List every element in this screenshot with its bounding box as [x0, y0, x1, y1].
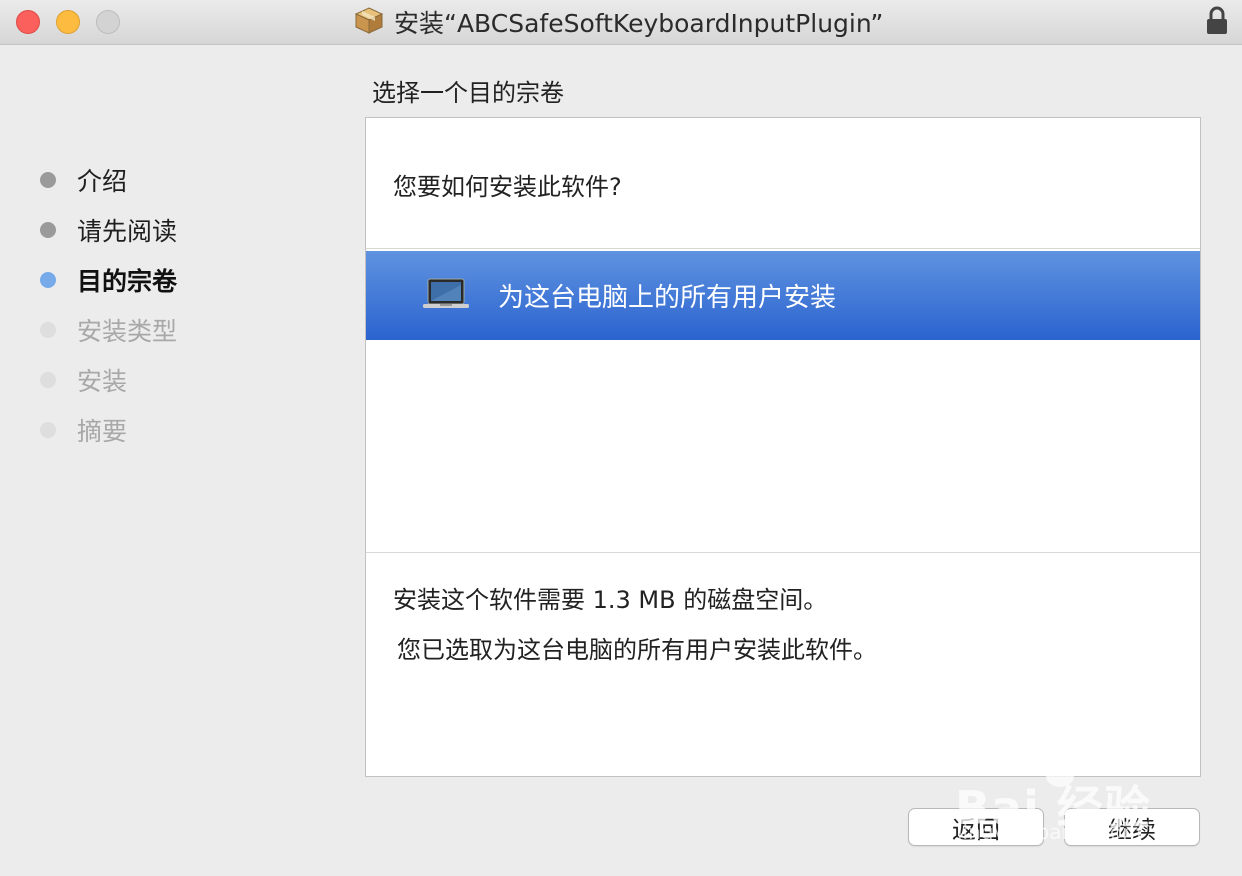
step-dot-icon	[40, 172, 56, 188]
install-question: 您要如何安装此软件?	[393, 173, 622, 201]
installer-window: 安装“ABCSafeSoftKeyboardInputPlugin” 介绍 请先…	[0, 0, 1242, 876]
step-label: 安装类型	[77, 317, 178, 346]
package-icon	[354, 6, 384, 38]
step-read-me: 请先阅读	[40, 210, 177, 250]
laptop-icon	[422, 277, 470, 315]
install-for-all-users-option[interactable]: 为这台电脑上的所有用户安装	[366, 251, 1200, 340]
continue-button[interactable]: 继续	[1064, 808, 1200, 846]
zoom-window-button[interactable]	[96, 10, 120, 34]
title-bar: 安装“ABCSafeSoftKeyboardInputPlugin”	[0, 0, 1242, 45]
step-install: 安装	[40, 360, 127, 400]
step-dot-icon	[40, 372, 56, 388]
step-label: 请先阅读	[77, 217, 178, 246]
close-window-button[interactable]	[16, 10, 40, 34]
step-dot-icon	[40, 272, 56, 288]
divider	[366, 248, 1200, 249]
step-label: 介绍	[77, 167, 128, 196]
disk-space-info: 安装这个软件需要 1.3 MB 的磁盘空间。	[393, 586, 828, 614]
destination-panel: 您要如何安装此软件? 为这台电脑上的所有用户安装 安装这个软件需要 1.3 MB…	[365, 117, 1201, 777]
step-summary: 摘要	[40, 410, 127, 450]
step-label: 目的宗卷	[77, 267, 178, 296]
step-introduction: 介绍	[40, 160, 127, 200]
window-title: 安装“ABCSafeSoftKeyboardInputPlugin”	[394, 9, 884, 38]
divider	[366, 552, 1200, 553]
selection-info: 您已选取为这台电脑的所有用户安装此软件。	[397, 636, 877, 664]
step-dot-icon	[40, 222, 56, 238]
step-destination: 目的宗卷	[40, 260, 177, 300]
step-installation-type: 安装类型	[40, 310, 177, 350]
install-option-label: 为这台电脑上的所有用户安装	[498, 283, 837, 313]
step-label: 安装	[77, 367, 128, 396]
page-title: 选择一个目的宗卷	[372, 79, 564, 107]
back-button[interactable]: 返回	[908, 808, 1044, 846]
lock-icon[interactable]	[1205, 6, 1229, 40]
minimize-window-button[interactable]	[56, 10, 80, 34]
step-dot-icon	[40, 322, 56, 338]
step-dot-icon	[40, 422, 56, 438]
step-label: 摘要	[77, 417, 128, 446]
window-title-group: 安装“ABCSafeSoftKeyboardInputPlugin”	[354, 5, 883, 39]
